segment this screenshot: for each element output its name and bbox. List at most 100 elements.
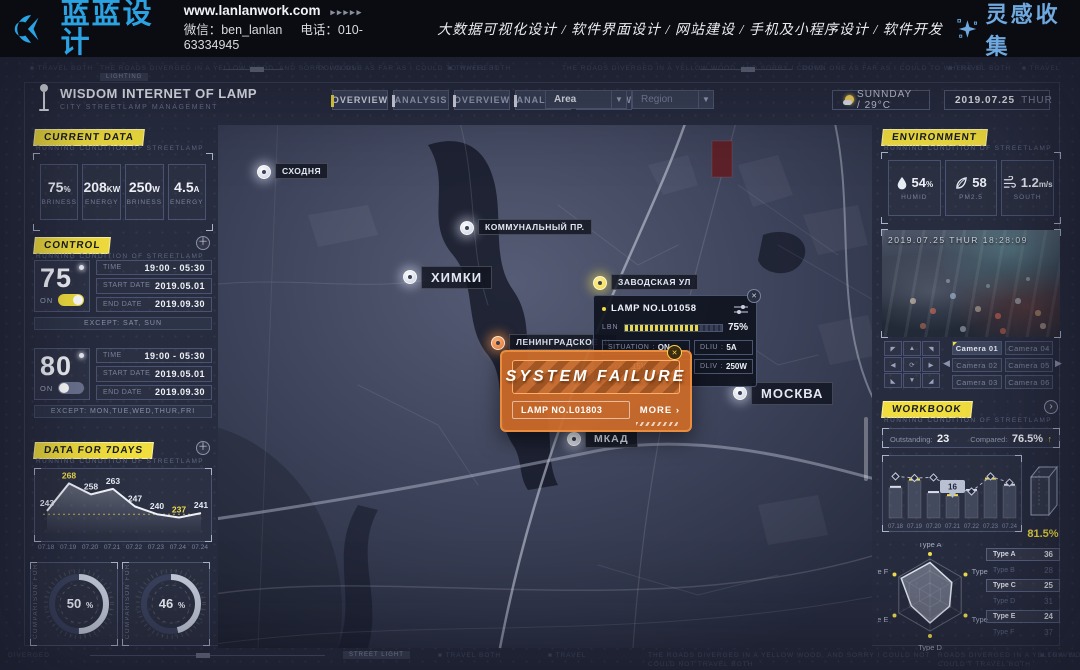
outstanding-label: Outstanding: bbox=[890, 435, 933, 444]
except-bar: EXCEPT: SAT, SUN bbox=[34, 317, 212, 330]
compared-value: 76.5% bbox=[1012, 433, 1043, 445]
stat-card: 208KWENERGY bbox=[82, 164, 121, 220]
svg-text:16: 16 bbox=[948, 483, 957, 492]
power-state-label: ON bbox=[40, 296, 53, 305]
camera-button-2[interactable]: Camera 02 bbox=[952, 358, 1002, 372]
tab-overview-3[interactable]: OVERVIEW bbox=[454, 90, 510, 110]
camera-button-4[interactable]: Camera 04 bbox=[1005, 341, 1053, 355]
map-pin-white[interactable] bbox=[733, 386, 747, 400]
svg-text:07.19: 07.19 bbox=[907, 524, 923, 530]
tab-overview-1[interactable]: OVERVIEW bbox=[332, 90, 388, 110]
map-scrollbar[interactable] bbox=[864, 417, 868, 481]
power-toggle[interactable] bbox=[58, 382, 84, 394]
expand-chart-button[interactable]: ＋ bbox=[196, 441, 210, 455]
map-pin-yellow[interactable] bbox=[593, 276, 607, 290]
area-select[interactable]: Area ▼ bbox=[545, 90, 627, 109]
legend-row-6[interactable]: Type F37 bbox=[986, 626, 1060, 639]
brightness-label: LBN bbox=[602, 324, 619, 331]
inspiration-collect[interactable]: 灵感收集 bbox=[957, 0, 1066, 61]
legend-value: 31 bbox=[1044, 597, 1053, 606]
streetlamp-icon bbox=[36, 83, 52, 113]
power-toggle[interactable] bbox=[58, 294, 84, 306]
map-location-label[interactable]: МКАД bbox=[585, 430, 638, 448]
pan-left-icon[interactable]: ◀ bbox=[884, 357, 902, 372]
date-text: 2019.07.25 bbox=[955, 95, 1015, 106]
map-location-label[interactable]: СХОДНЯ bbox=[275, 163, 328, 179]
schedule-value[interactable]: 19:00 - 05:30 bbox=[144, 263, 205, 273]
pan-down-right-icon[interactable]: ◢ bbox=[922, 373, 940, 388]
brightness-bar bbox=[624, 324, 723, 332]
hazard-stripes bbox=[636, 422, 678, 426]
add-control-button[interactable]: ＋ bbox=[196, 236, 210, 250]
comparison-gauge-1: COMPARISON FOR 50 % bbox=[30, 562, 118, 646]
decor-text: ■ TRAVEL BOTH bbox=[448, 65, 511, 72]
pan-down-icon[interactable]: ▼ bbox=[903, 373, 921, 388]
schedule-value[interactable]: 19:00 - 05:30 bbox=[144, 351, 205, 361]
workbook-next-button[interactable]: › bbox=[1044, 400, 1058, 414]
schedule-value[interactable]: 2019.09.30 bbox=[155, 387, 205, 397]
decor-ruler bbox=[223, 69, 283, 70]
pan-down-left-icon[interactable]: ◣ bbox=[884, 373, 902, 388]
schedule-rows: TIME19:00 - 05:30START DATE2019.05.01END… bbox=[96, 260, 212, 312]
x-tick-label: 07.24 bbox=[192, 544, 208, 551]
schedule-value[interactable]: 2019.05.01 bbox=[155, 281, 205, 291]
map-pin-white[interactable] bbox=[257, 165, 271, 179]
camera-feed[interactable]: 2019.07.25 THUR 18:28:09 bbox=[882, 230, 1060, 337]
map-pin-white[interactable] bbox=[403, 270, 417, 284]
brightness-level: 75 bbox=[40, 263, 84, 293]
pan-up-left-icon[interactable]: ◤ bbox=[884, 341, 902, 356]
tab-active-tick bbox=[514, 95, 517, 107]
map-pin-white[interactable] bbox=[460, 221, 474, 235]
legend-row-5[interactable]: Type E24 bbox=[986, 610, 1060, 623]
tab-analysis-2[interactable]: ANALYSIS bbox=[393, 90, 449, 110]
map-location-label[interactable]: ХИМКИ bbox=[421, 266, 492, 289]
donut-gauge: 46 % bbox=[133, 563, 209, 645]
refresh-icon[interactable]: ⟳ bbox=[903, 357, 921, 372]
x-tick-label: 07.19 bbox=[60, 544, 76, 551]
panel-subtitle: RUNNING CONDITION OF STREETLAMP bbox=[36, 145, 204, 152]
schedule-row: START DATE2019.05.01 bbox=[96, 366, 212, 381]
x-tick-label: 07.22 bbox=[126, 544, 142, 551]
camera-button-6[interactable]: Camera 06 bbox=[1005, 375, 1053, 389]
stat-unit: KW bbox=[107, 185, 120, 194]
map-pin-white[interactable] bbox=[567, 432, 581, 446]
stat-value: 208KW bbox=[83, 179, 120, 195]
map-pin-orange[interactable] bbox=[491, 336, 505, 350]
camera-prev-button[interactable]: ◀ bbox=[943, 358, 950, 369]
legend-label: Type B bbox=[993, 567, 1015, 574]
control-group-2: 80ONTIME19:00 - 05:30START DATE2019.05.0… bbox=[34, 348, 212, 400]
pan-right-icon[interactable]: ▶ bbox=[922, 357, 940, 372]
failed-lamp-id: LAMP NO.L01803 bbox=[512, 401, 630, 419]
website-link[interactable]: www.lanlanwork.com bbox=[184, 3, 321, 18]
legend-row-3[interactable]: Type C25 bbox=[986, 579, 1060, 592]
svg-text:Type D: Type D bbox=[918, 643, 942, 651]
region-select[interactable]: Region ▼ bbox=[632, 90, 714, 109]
pan-up-right-icon[interactable]: ◥ bbox=[922, 341, 940, 356]
legend-row-2[interactable]: Type B28 bbox=[986, 564, 1060, 577]
camera-button-3[interactable]: Camera 03 bbox=[952, 375, 1002, 389]
camera-button-5[interactable]: Camera 05 bbox=[1005, 358, 1053, 372]
close-icon[interactable]: ✕ bbox=[667, 345, 682, 360]
tab-active-tick bbox=[453, 95, 456, 107]
more-button[interactable]: MORE › bbox=[640, 405, 680, 416]
schedule-value[interactable]: 2019.05.01 bbox=[155, 369, 205, 379]
legend-label: Type D bbox=[993, 598, 1015, 605]
map-location-label[interactable]: МОСКВА bbox=[751, 382, 833, 405]
camera-button-1[interactable]: Camera 01 bbox=[952, 341, 1002, 355]
close-icon[interactable]: ✕ bbox=[747, 289, 761, 303]
legend-value: 36 bbox=[1044, 550, 1053, 559]
legend-row-1[interactable]: Type A36 bbox=[986, 548, 1060, 561]
settings-sliders-icon[interactable] bbox=[734, 304, 748, 314]
svg-text:240: 240 bbox=[150, 501, 164, 511]
map-location-label[interactable]: КОММУНАЛЬНЫЙ ПР. bbox=[478, 219, 592, 235]
camera-next-button[interactable]: ▶ bbox=[1055, 358, 1062, 369]
pan-up-icon[interactable]: ▲ bbox=[903, 341, 921, 356]
stat-label: BRINESS bbox=[41, 199, 77, 206]
map-location-label[interactable]: ЗАВОДСКАЯ УЛ bbox=[611, 274, 698, 290]
dashboard: ■ TRAVEL BOTHTHE ROADS DIVERGED IN A YEL… bbox=[0, 57, 1080, 670]
panel-subtitle: RUNNING CONDITION OF STREETLAMP bbox=[36, 253, 204, 260]
legend-row-4[interactable]: Type D 31 bbox=[986, 595, 1060, 608]
schedule-value[interactable]: 2019.09.30 bbox=[155, 299, 205, 309]
city-map[interactable]: СХОДНЯКОММУНАЛЬНЫЙ ПР.ХИМКИЗАВОДСКАЯ УЛЛ… bbox=[218, 125, 872, 648]
bulb-icon bbox=[79, 265, 84, 270]
